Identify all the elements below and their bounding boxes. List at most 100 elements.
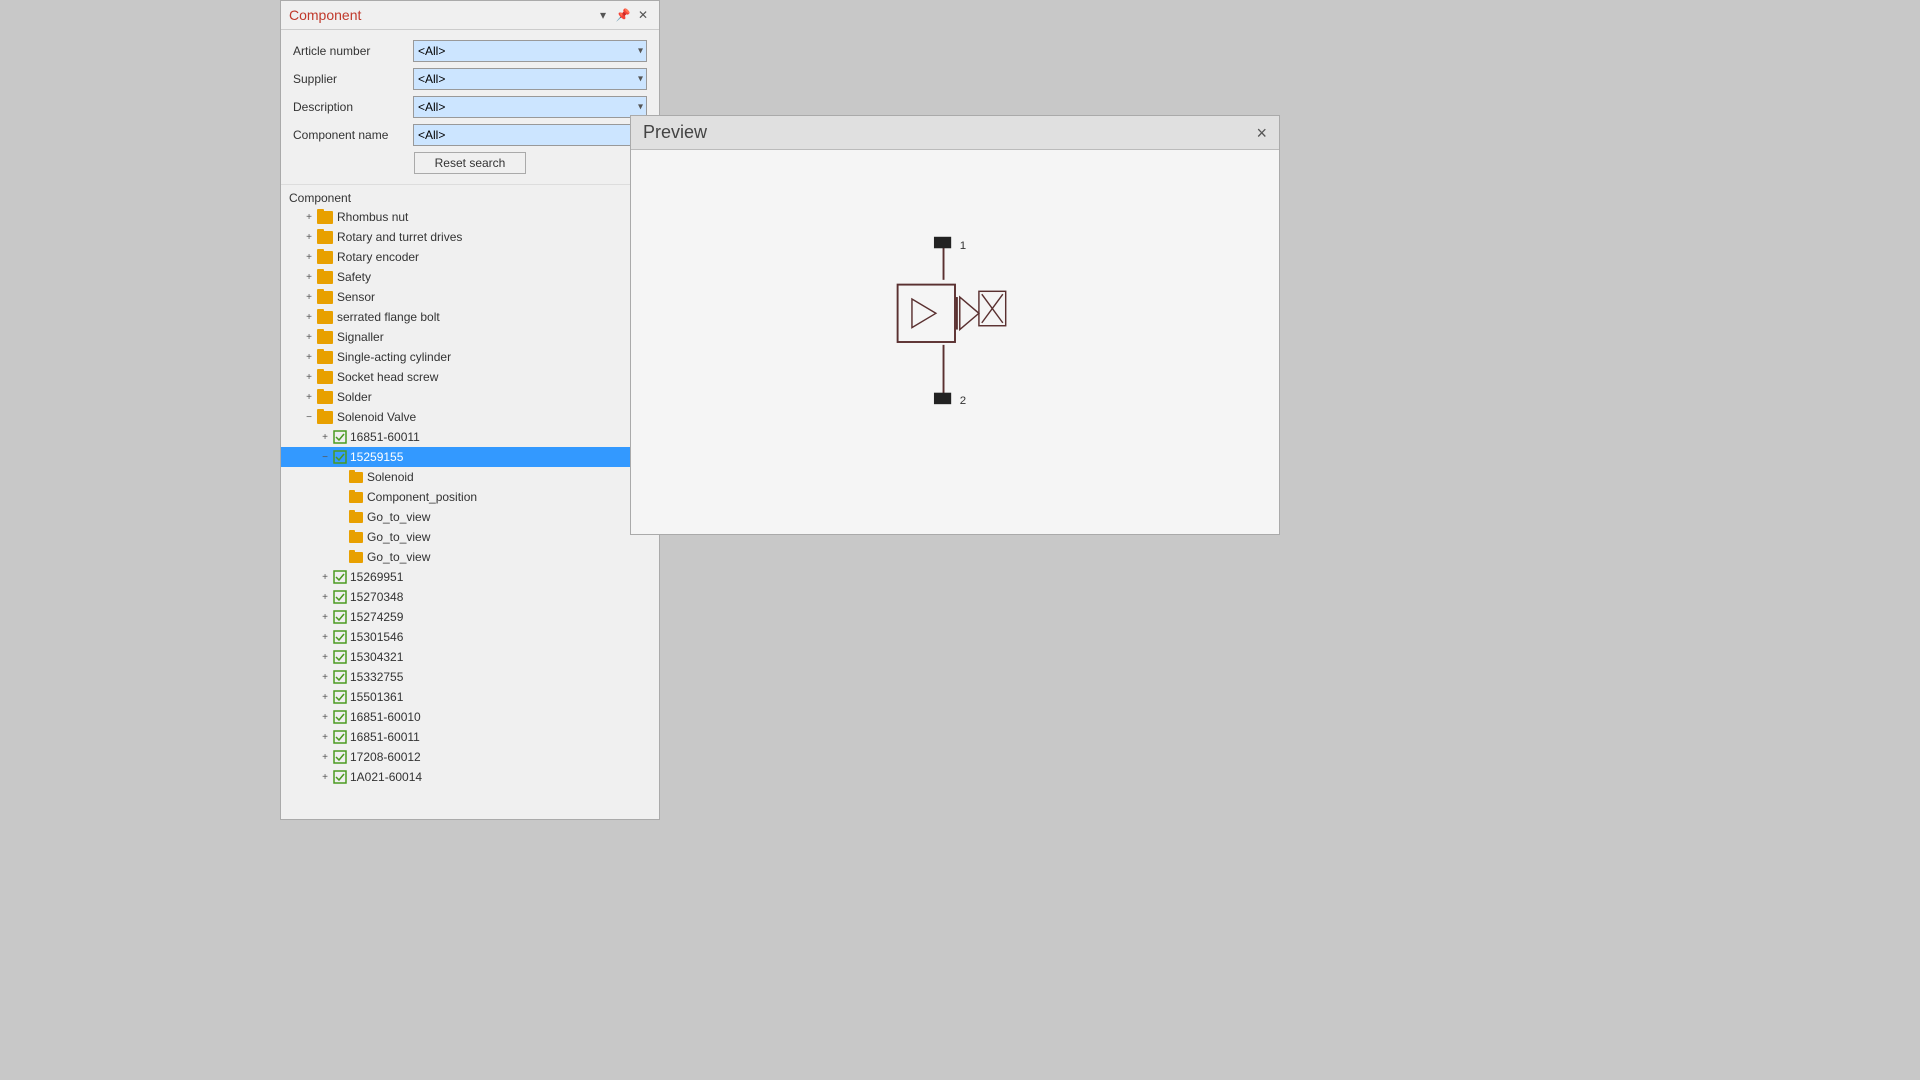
description-label: Description [293,100,413,114]
component-icon-15270348 [333,590,347,604]
preview-close-button[interactable]: × [1256,124,1267,142]
tree-item-15274259[interactable]: + 15274259 [281,607,659,627]
tree-item-goto-view-2[interactable]: + Go_to_view [281,527,659,547]
expand-17208-60012[interactable]: + [317,749,333,765]
component-icon-15259155 [333,450,347,464]
expand-15274259[interactable]: + [317,609,333,625]
expand-solder[interactable]: + [301,389,317,405]
pin-icon[interactable]: 📌 [615,7,631,23]
close-icon[interactable]: ✕ [635,7,651,23]
tree-item-15501361[interactable]: + 15501361 [281,687,659,707]
description-row: Description <All> [293,96,647,118]
expand-serrated-flange[interactable]: + [301,309,317,325]
component-icon-17208-60012 [333,750,347,764]
label-rhombus-nut: Rhombus nut [337,210,408,224]
expand-15332755[interactable]: + [317,669,333,685]
tree-item-socket-head[interactable]: + Socket head screw [281,367,659,387]
tree-item-rotary-encoder[interactable]: + Rotary encoder [281,247,659,267]
label-16851-60011: 16851-60011 [350,430,420,444]
valve-diagram: 1 2 [855,232,1055,452]
label-17208-60012: 17208-60012 [350,750,421,764]
article-number-select[interactable]: <All> [413,40,647,62]
expand-rotary-turret[interactable]: + [301,229,317,245]
label-signaller: Signaller [337,330,384,344]
tree-item-16851-60010[interactable]: + 16851-60010 [281,707,659,727]
expand-15270348[interactable]: + [317,589,333,605]
tree-item-serrated-flange[interactable]: + serrated flange bolt [281,307,659,327]
label-goto-view-3: Go_to_view [367,550,430,564]
tree-item-single-acting[interactable]: + Single-acting cylinder [281,347,659,367]
tree-item-16851-60011b[interactable]: + 16851-60011 [281,727,659,747]
label-serrated-flange: serrated flange bolt [337,310,440,324]
tree-item-solenoid-sub[interactable]: + Solenoid [281,467,659,487]
tree-item-goto-view-1[interactable]: + Go_to_view [281,507,659,527]
tree-item-17208-60012[interactable]: + 17208-60012 [281,747,659,767]
tree-item-15301546[interactable]: + 15301546 [281,627,659,647]
component-icon-15301546 [333,630,347,644]
component-icon-1a021-60014 [333,770,347,784]
label-15259155: 15259155 [350,450,403,464]
supplier-row: Supplier <All> [293,68,647,90]
expand-signaller[interactable]: + [301,329,317,345]
tree-item-15269951[interactable]: + 15269951 [281,567,659,587]
expand-15304321[interactable]: + [317,649,333,665]
expand-socket-head[interactable]: + [301,369,317,385]
folder-icon-serrated-flange [317,311,333,324]
svg-text:1: 1 [960,240,966,252]
label-15332755: 15332755 [350,670,403,684]
expand-sensor[interactable]: + [301,289,317,305]
component-name-wrapper: <All> [413,124,647,146]
component-name-select[interactable]: <All> [413,124,647,146]
expand-16851-60011b[interactable]: + [317,729,333,745]
expand-16851-60010[interactable]: + [317,709,333,725]
expand-single-acting[interactable]: + [301,349,317,365]
supplier-select[interactable]: <All> [413,68,647,90]
component-icon-16851-60011b [333,730,347,744]
expand-solenoid-valve[interactable]: − [301,409,317,425]
panel-titlebar: Component ▾ 📌 ✕ [281,1,659,30]
tree-item-15259155[interactable]: − 15259155 [281,447,659,467]
expand-15269951[interactable]: + [317,569,333,585]
tree-item-solder[interactable]: + Solder [281,387,659,407]
description-select[interactable]: <All> [413,96,647,118]
tree-item-15270348[interactable]: + 15270348 [281,587,659,607]
tree-section-label: Component [281,189,659,207]
tree-item-16851-60011[interactable]: + 16851-60011 [281,427,659,447]
tree-item-15304321[interactable]: + 15304321 [281,647,659,667]
tree-item-rotary-turret[interactable]: + Rotary and turret drives [281,227,659,247]
expand-rotary-encoder[interactable]: + [301,249,317,265]
label-safety: Safety [337,270,371,284]
label-sensor: Sensor [337,290,375,304]
tree-item-goto-view-3[interactable]: + Go_to_view [281,547,659,567]
svg-text:2: 2 [960,395,966,407]
folder-icon-single-acting [317,351,333,364]
tree-item-15332755[interactable]: + 15332755 [281,667,659,687]
tree-item-rhombus-nut[interactable]: + Rhombus nut [281,207,659,227]
tree-item-safety[interactable]: + Safety [281,267,659,287]
label-goto-view-1: Go_to_view [367,510,430,524]
tree-item-sensor[interactable]: + Sensor [281,287,659,307]
folder-icon-socket-head [317,371,333,384]
expand-15259155[interactable]: − [317,449,333,465]
expand-safety[interactable]: + [301,269,317,285]
expand-1a021-60014[interactable]: + [317,769,333,785]
expand-15301546[interactable]: + [317,629,333,645]
reset-search-button[interactable]: Reset search [414,152,527,174]
folder-icon-signaller [317,331,333,344]
dropdown-icon[interactable]: ▾ [595,7,611,23]
expand-15501361[interactable]: + [317,689,333,705]
label-15274259: 15274259 [350,610,403,624]
tree-item-signaller[interactable]: + Signaller [281,327,659,347]
label-16851-60011b: 16851-60011 [350,730,420,744]
tree-item-solenoid-valve[interactable]: − Solenoid Valve [281,407,659,427]
tree-item-component-position[interactable]: + Component_position [281,487,659,507]
folder-icon-component-position [349,492,363,503]
article-number-row: Article number <All> [293,40,647,62]
expand-16851-60011[interactable]: + [317,429,333,445]
folder-icon-solder [317,391,333,404]
expand-rhombus-nut[interactable]: + [301,209,317,225]
component-name-label: Component name [293,128,413,142]
folder-icon-rotary-turret [317,231,333,244]
component-icon-15304321 [333,650,347,664]
tree-item-1a021-60014[interactable]: + 1A021-60014 [281,767,659,787]
